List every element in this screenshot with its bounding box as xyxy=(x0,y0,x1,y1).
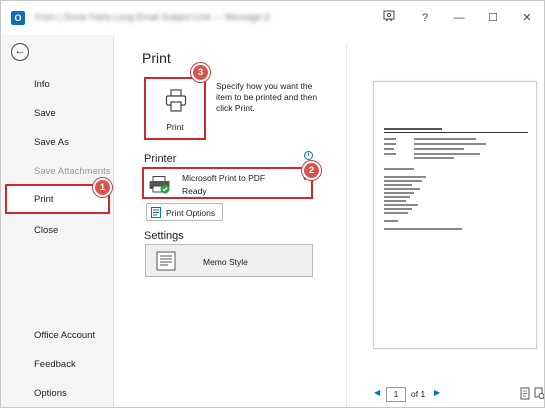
actual-size-icon[interactable] xyxy=(520,387,532,401)
preview-line xyxy=(384,188,420,190)
preview-line xyxy=(384,153,396,155)
print-options-button[interactable]: Print Options xyxy=(146,203,223,221)
preview-line xyxy=(384,196,410,198)
nav-item-print-label: Print xyxy=(34,194,54,205)
preview-line xyxy=(384,143,396,145)
preview-line xyxy=(414,157,454,159)
window-title: From | Some Fairly Long Email Subject Li… xyxy=(35,12,271,22)
maximize-icon[interactable]: ☐ xyxy=(481,9,505,27)
title-bar: O From | Some Fairly Long Email Subject … xyxy=(1,1,544,35)
preview-line xyxy=(384,220,398,222)
backstage-nav: ← Info Save Save As Save Attachments Pri… xyxy=(1,35,114,407)
preview-line xyxy=(414,148,464,150)
printer-icon xyxy=(165,89,187,112)
print-description: Specify how you want the item to be prin… xyxy=(216,81,318,113)
previous-page-icon[interactable]: ◀ xyxy=(374,388,380,397)
print-options-icon xyxy=(151,207,161,218)
printer-dropdown[interactable]: Microsoft Print to PDF Ready ▾ xyxy=(142,167,313,199)
preview-line xyxy=(384,184,412,186)
nav-item-info[interactable]: Info xyxy=(34,79,50,90)
info-icon[interactable]: i xyxy=(304,151,313,160)
callout-badge-1: 1 xyxy=(93,178,112,197)
help-icon[interactable]: ? xyxy=(413,9,437,27)
printer-section-heading: Printer xyxy=(144,153,177,165)
settings-section-heading: Settings xyxy=(144,230,184,242)
printer-status: Ready xyxy=(182,186,207,196)
nav-item-close[interactable]: Close xyxy=(34,225,58,236)
preview-page xyxy=(373,81,537,349)
nav-item-save-as[interactable]: Save As xyxy=(34,137,69,148)
page-total-label: of 1 xyxy=(411,389,426,399)
outlook-print-window: O From | Some Fairly Long Email Subject … xyxy=(0,0,545,408)
next-page-icon[interactable]: ▶ xyxy=(434,388,440,397)
printer-name: Microsoft Print to PDF xyxy=(182,173,266,183)
nav-item-save-attachments: Save Attachments xyxy=(34,166,111,177)
page-number-input[interactable]: 1 xyxy=(386,387,406,402)
outlook-app-icon: O xyxy=(11,11,25,25)
preview-rule xyxy=(384,132,528,133)
nav-item-save[interactable]: Save xyxy=(34,108,56,119)
minimize-icon[interactable]: — xyxy=(447,9,471,27)
close-icon[interactable]: ✕ xyxy=(515,9,539,27)
print-style-label: Memo Style xyxy=(203,257,248,267)
preview-line xyxy=(384,138,396,140)
preview-pager: ◀ 1 of 1 ▶ xyxy=(346,379,545,407)
preview-line xyxy=(384,208,412,210)
nav-item-feedback[interactable]: Feedback xyxy=(34,359,76,370)
callout-badge-3: 3 xyxy=(191,63,210,82)
nav-item-office-account[interactable]: Office Account xyxy=(34,330,95,341)
preview-line xyxy=(414,153,480,155)
preview-line xyxy=(384,148,394,150)
preview-line xyxy=(384,176,426,178)
preview-line xyxy=(384,212,408,214)
print-button[interactable]: Print xyxy=(144,77,206,140)
memo-style-icon xyxy=(156,251,176,271)
preview-line xyxy=(384,200,406,202)
nav-item-options[interactable]: Options xyxy=(34,388,67,399)
print-style-dropdown[interactable]: Memo Style xyxy=(145,244,313,277)
preview-line xyxy=(384,192,414,194)
back-arrow-icon[interactable]: ← xyxy=(11,43,29,61)
pdf-printer-icon xyxy=(149,176,170,194)
preview-line xyxy=(384,228,462,230)
print-button-label: Print xyxy=(166,122,184,132)
page-title: Print xyxy=(142,50,171,66)
preview-line xyxy=(384,168,414,170)
preview-line xyxy=(384,204,418,206)
coauthor-icon[interactable] xyxy=(377,9,401,27)
callout-badge-2: 2 xyxy=(302,161,321,180)
preview-line xyxy=(414,138,476,140)
preview-line xyxy=(384,128,442,130)
print-options-label: Print Options xyxy=(166,208,216,218)
preview-line xyxy=(414,143,486,145)
preview-line xyxy=(384,180,422,182)
zoom-icon[interactable] xyxy=(534,387,545,401)
